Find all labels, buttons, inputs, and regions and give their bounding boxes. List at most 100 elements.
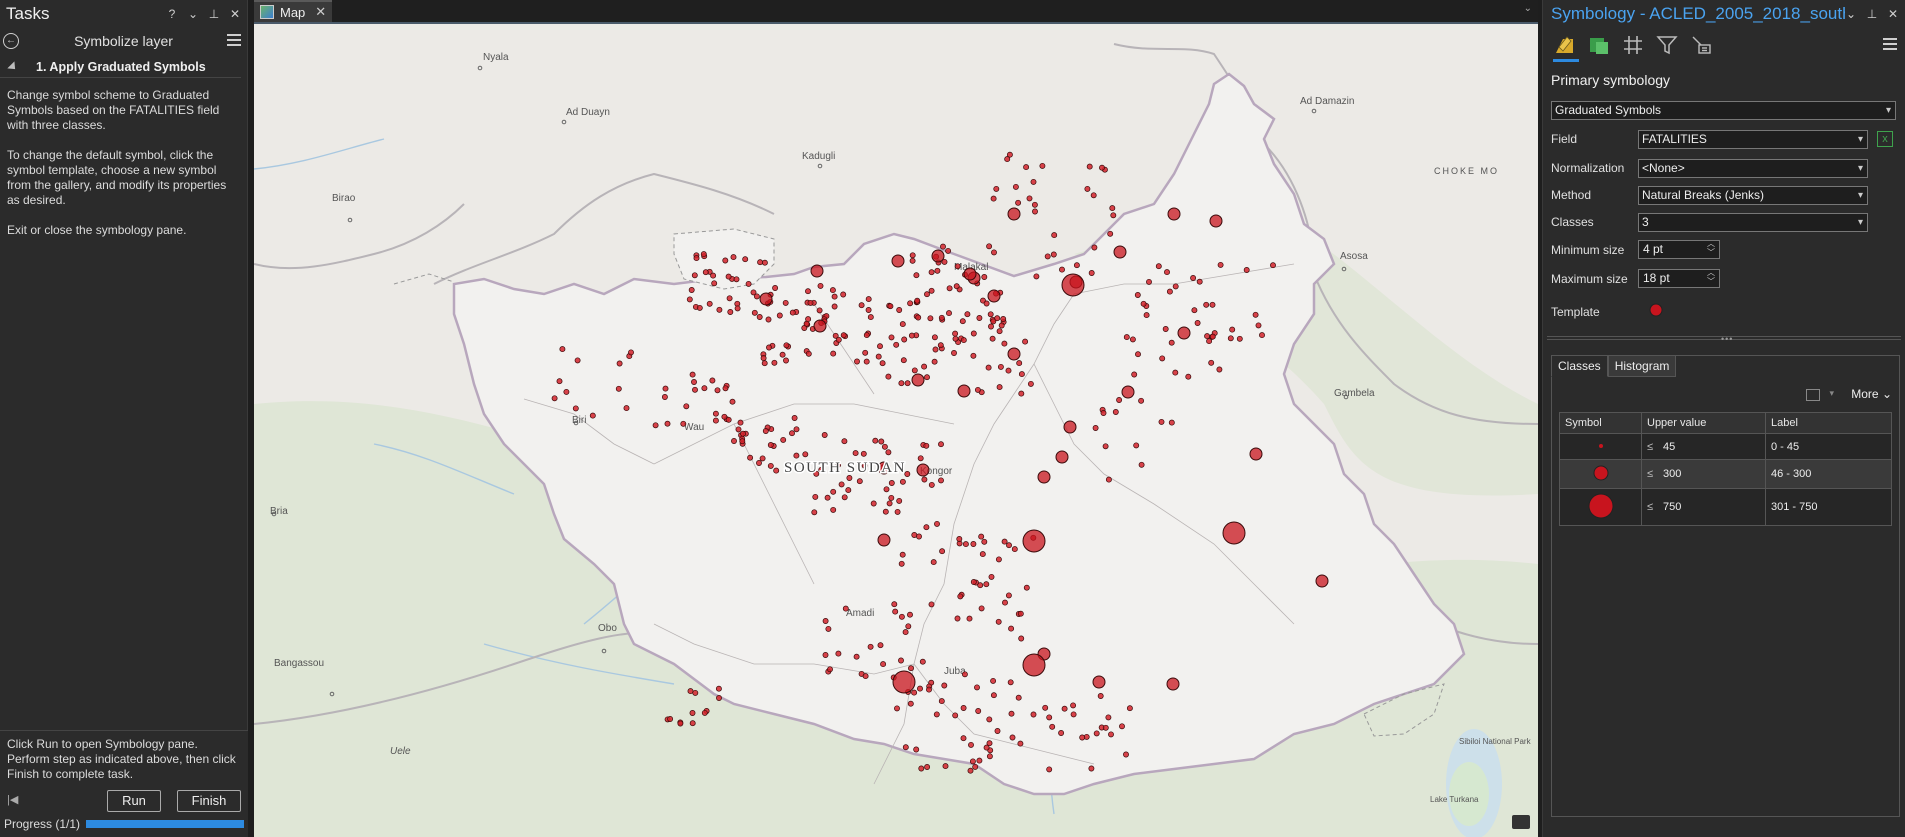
first-step-icon[interactable]: |◀: [7, 793, 18, 806]
tab-classes[interactable]: Classes: [1551, 355, 1608, 377]
chevron-down-icon[interactable]: ⌄: [1524, 3, 1532, 14]
close-icon[interactable]: ✕: [229, 7, 241, 21]
event-point: [952, 330, 959, 337]
event-point: [830, 488, 837, 495]
primary-symbology-icon[interactable]: [1553, 33, 1577, 57]
progress-bar: [86, 820, 244, 828]
tab-histogram[interactable]: Histogram: [1607, 355, 1677, 377]
tab-map[interactable]: Map ✕: [254, 0, 333, 22]
event-point: [917, 455, 924, 462]
filter-icon[interactable]: [1655, 33, 1679, 57]
place-label: Amadi: [846, 608, 874, 619]
min-size-spinner[interactable]: 4 pt ︿ ﹀: [1638, 239, 1720, 259]
place-label: Kadugli: [802, 151, 835, 162]
event-point: [905, 623, 912, 630]
event-point: [1023, 584, 1030, 591]
event-point: [772, 285, 779, 291]
symbol-layers-icon[interactable]: [1587, 33, 1611, 57]
splitter-grip-icon[interactable]: •••: [1721, 334, 1733, 344]
more-button[interactable]: More ⌄: [1851, 387, 1892, 401]
template-symbol-icon[interactable]: [1648, 302, 1664, 318]
event-point: [894, 508, 901, 515]
field-dropdown[interactable]: FATALITIES ▾: [1638, 130, 1868, 149]
event-point: [783, 357, 789, 364]
event-point: [1100, 410, 1107, 416]
upper-value-cell[interactable]: ≤45: [1641, 433, 1766, 460]
event-point: [863, 332, 870, 339]
column-header-label[interactable]: Label: [1765, 412, 1892, 434]
event-point: [1026, 195, 1033, 202]
pin-icon[interactable]: ⊥: [208, 7, 220, 21]
event-point: [1208, 359, 1215, 366]
event-point: [892, 670, 916, 694]
spinner-arrows-icon[interactable]: ︿ ﹀: [1707, 239, 1715, 257]
column-header-symbol[interactable]: Symbol: [1559, 412, 1642, 434]
chevron-down-icon: ▾: [1857, 134, 1863, 145]
classes-dropdown[interactable]: 3 ▾: [1638, 213, 1868, 232]
sort-icon[interactable]: ▾: [1829, 388, 1834, 399]
event-point: [952, 335, 959, 342]
label-properties-icon[interactable]: [1689, 33, 1713, 57]
event-point: [1006, 542, 1012, 549]
event-point: [1123, 751, 1129, 758]
back-arrow-icon[interactable]: ←: [3, 33, 19, 49]
class-symbol-cell[interactable]: [1559, 459, 1642, 489]
label-cell[interactable]: 301 - 750: [1765, 488, 1892, 526]
scheme-dropdown[interactable]: Graduated Symbols ▾: [1551, 101, 1896, 120]
event-point: [954, 263, 961, 270]
close-icon[interactable]: ✕: [315, 4, 326, 20]
run-button[interactable]: Run: [107, 790, 161, 812]
event-point: [940, 243, 946, 250]
upper-value-cell[interactable]: ≤300: [1641, 459, 1766, 489]
chevron-down-icon[interactable]: ⌄: [1845, 7, 1857, 21]
event-point: [962, 541, 969, 548]
help-icon[interactable]: ?: [166, 7, 178, 21]
place-label: Bangassou: [274, 658, 324, 669]
label-cell[interactable]: 46 - 300: [1765, 459, 1892, 489]
event-point: [1007, 207, 1021, 221]
max-size-spinner[interactable]: 18 pt ︿ ﹀: [1638, 268, 1720, 288]
table-row[interactable]: ≤750 301 - 750: [1559, 488, 1892, 526]
event-point: [759, 455, 766, 462]
chevron-down-icon[interactable]: ⌄: [187, 7, 199, 21]
event-point: [793, 426, 800, 433]
event-point: [691, 272, 698, 279]
expression-button-icon[interactable]: x: [1877, 131, 1893, 147]
finish-button[interactable]: Finish: [177, 790, 241, 812]
event-point: [727, 309, 734, 315]
map-canvas[interactable]: Nyala Ad Duayn Kadugli Birao Ad Damazin …: [254, 22, 1538, 837]
method-dropdown[interactable]: Natural Breaks (Jenks) ▾: [1638, 186, 1868, 205]
close-icon[interactable]: ✕: [1887, 7, 1899, 21]
event-point: [835, 336, 842, 343]
event-point: [907, 300, 914, 307]
event-point: [930, 559, 937, 566]
event-point: [1007, 347, 1021, 361]
column-header-upper-value[interactable]: Upper value: [1641, 412, 1766, 434]
event-point: [938, 698, 945, 705]
task-step[interactable]: 1. Apply Graduated Symbols: [0, 56, 241, 78]
class-symbol-cell[interactable]: [1559, 488, 1642, 526]
class-symbol-cell[interactable]: [1559, 433, 1642, 460]
table-row[interactable]: ≤45 0 - 45: [1559, 433, 1892, 460]
vary-symbology-icon[interactable]: [1621, 33, 1645, 57]
event-point: [1001, 340, 1008, 347]
map-svg[interactable]: Nyala Ad Duayn Kadugli Birao Ad Damazin …: [254, 24, 1538, 837]
grid-icon[interactable]: [1806, 389, 1820, 401]
event-point: [1011, 546, 1018, 553]
event-point: [1172, 283, 1179, 290]
pin-icon[interactable]: ⊥: [1866, 7, 1878, 21]
menu-icon[interactable]: [227, 34, 241, 49]
event-point: [1105, 476, 1112, 483]
event-point: [551, 395, 558, 402]
event-point: [1090, 192, 1097, 199]
table-row[interactable]: ≤300 46 - 300: [1559, 459, 1892, 489]
upper-value-cell[interactable]: ≤750: [1641, 488, 1766, 526]
normalization-dropdown[interactable]: <None> ▾: [1638, 159, 1868, 178]
label-cell[interactable]: 0 - 45: [1765, 433, 1892, 460]
menu-icon[interactable]: [1883, 38, 1897, 53]
spinner-arrows-icon[interactable]: ︿ ﹀: [1707, 268, 1715, 286]
expand-triangle-icon[interactable]: [7, 60, 19, 73]
event-point: [838, 481, 845, 488]
event-point: [985, 364, 992, 371]
map-tools-icon[interactable]: [1512, 815, 1530, 829]
